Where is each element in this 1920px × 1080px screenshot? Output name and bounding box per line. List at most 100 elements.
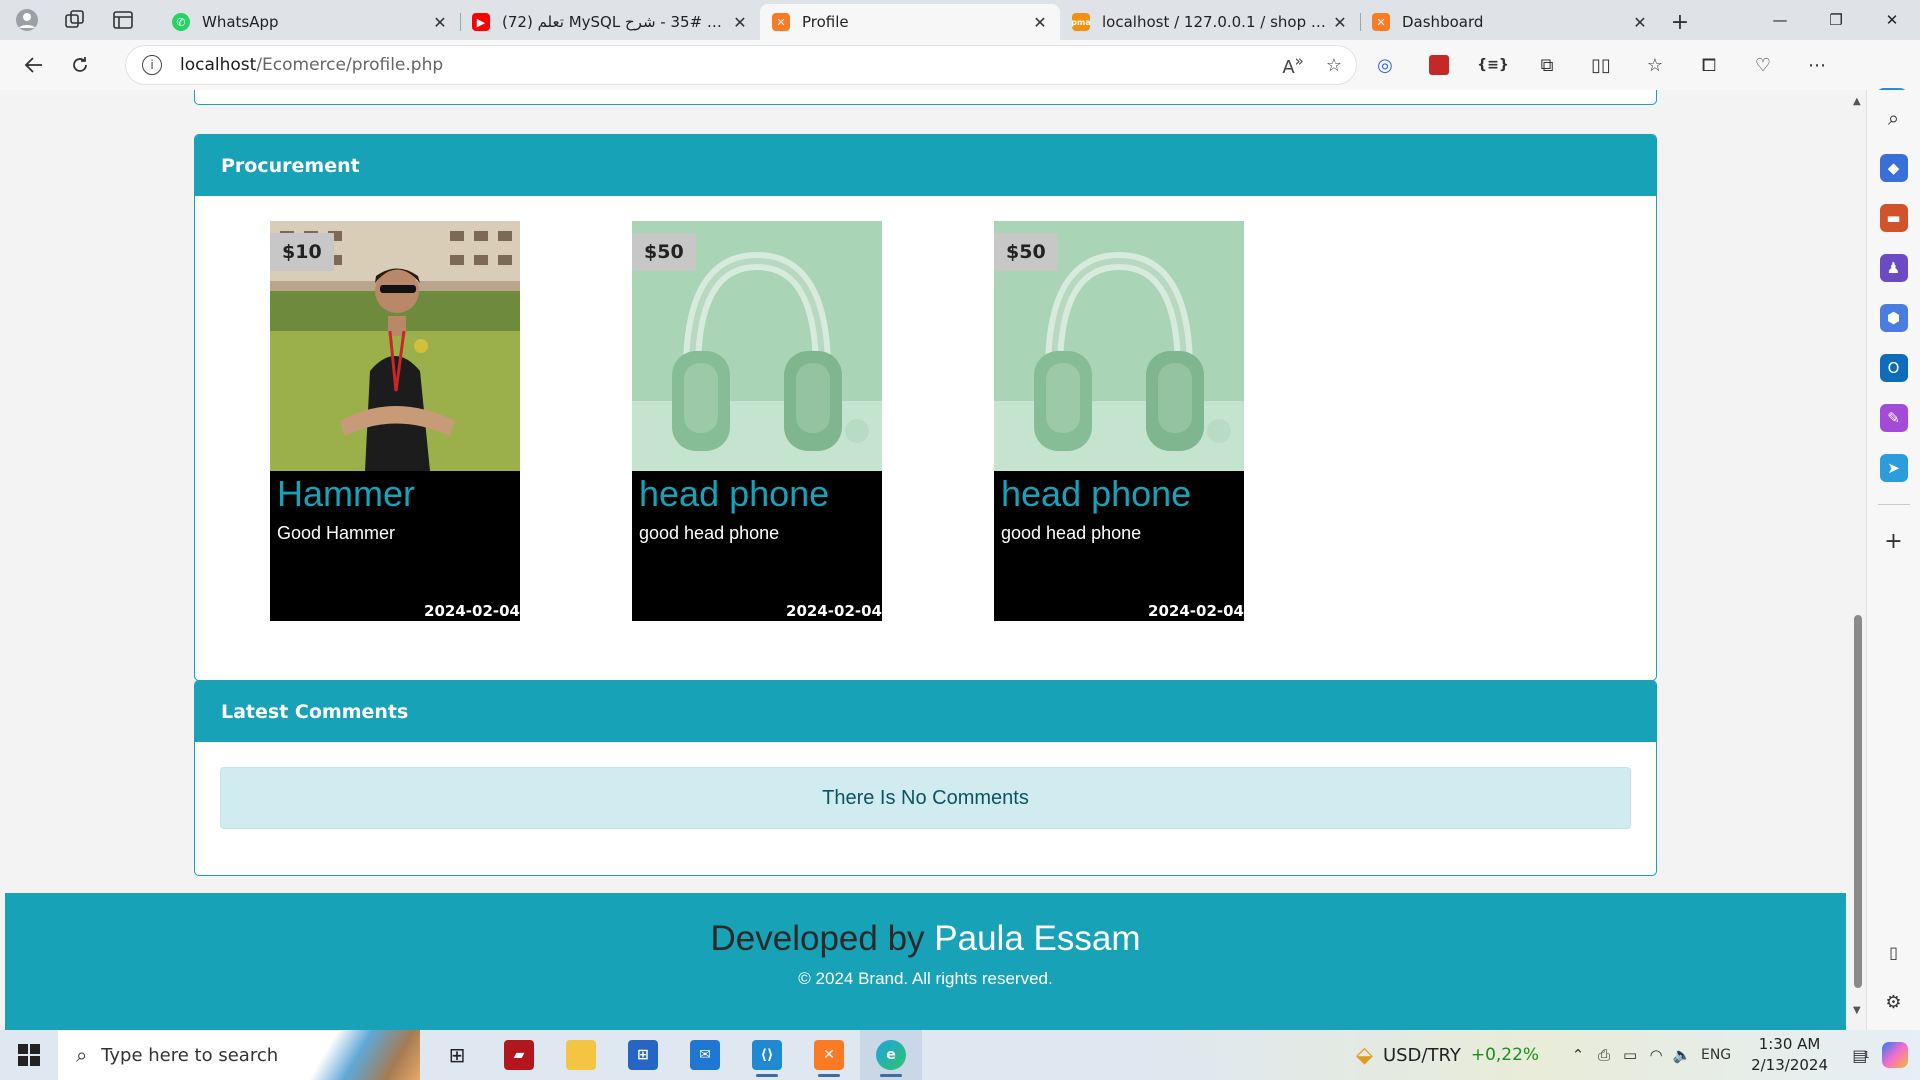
item-date: 2024-02-04	[786, 602, 882, 620]
language-indicator[interactable]: ENG	[1695, 1047, 1737, 1063]
outlook-icon[interactable]: O	[1879, 354, 1908, 382]
close-icon[interactable]: ✕	[1630, 12, 1650, 32]
profile-icon[interactable]	[14, 7, 40, 33]
refresh-icon[interactable]	[58, 47, 102, 83]
item-description: good head phone	[1001, 523, 1142, 543]
clock[interactable]: 1:30 AM 2/13/2024	[1751, 1034, 1828, 1076]
system-tray: ⬙ USD/TRY +0,22% ⌃ ⎙ ▭ ◠ 🔈 ENG 1:30 AM 2…	[1356, 1030, 1920, 1080]
volume-icon[interactable]: 🔈	[1669, 1046, 1695, 1064]
read-aloud-icon[interactable]: A»	[1282, 52, 1304, 78]
designer-icon[interactable]: ✎	[1879, 404, 1908, 432]
item-name: Hammer	[277, 473, 416, 514]
browser-tab-strip: ✆ WhatsApp ✕ ▶ (72) تعلم MySQL درس #35 -…	[0, 0, 1920, 40]
restore-icon[interactable]: ❐	[1808, 0, 1864, 40]
windows-start-icon[interactable]	[0, 1030, 58, 1080]
scroll-thumb[interactable]	[1854, 615, 1862, 988]
footer-copyright: © 2024 Brand. All rights reserved.	[798, 969, 1053, 988]
taskbar-search-input[interactable]: ⌕ Type here to search	[58, 1030, 420, 1080]
page-scrollbar[interactable]: ▲ ▼	[1850, 90, 1866, 1030]
footer-developed-by: Developed by	[710, 919, 925, 958]
copilot-taskbar-icon[interactable]	[1878, 1040, 1912, 1070]
xampp-icon: ✕	[772, 13, 790, 31]
tab-whatsapp[interactable]: ✆ WhatsApp ✕	[160, 4, 460, 40]
close-window-icon[interactable]: ✕	[1864, 0, 1920, 40]
no-comments-alert: There Is No Comments	[220, 767, 1631, 829]
tab-profile[interactable]: ✕ Profile ✕	[760, 4, 1060, 40]
tab-title: Dashboard	[1402, 13, 1484, 31]
workspaces-icon[interactable]	[62, 7, 88, 33]
hide-sidebar-icon[interactable]: ▯	[1880, 938, 1908, 966]
ticker-widget[interactable]: ⬙ USD/TRY +0,22%	[1356, 1043, 1539, 1068]
clock-date: 2/13/2024	[1751, 1056, 1828, 1074]
vscode-icon[interactable]: ⟨⟩	[736, 1030, 798, 1080]
notifications-icon[interactable]: ▤ 1	[1844, 1040, 1878, 1070]
microsoft-store-icon[interactable]: ⊞	[612, 1030, 674, 1080]
json-formatter-icon[interactable]: {≡}	[1477, 50, 1509, 80]
tools-briefcase-icon[interactable]: ▬	[1879, 204, 1908, 232]
shopping-tag-icon[interactable]: ◆	[1879, 154, 1908, 182]
collections-icon[interactable]: ⧠	[1694, 50, 1724, 80]
youtube-icon: ▶	[472, 13, 490, 31]
taskbar-apps: ⊞ ▰ ⊞ ✉ ⟨⟩ ✕ e	[426, 1030, 922, 1080]
games-icon[interactable]: ♟	[1879, 254, 1908, 282]
back-icon[interactable]	[12, 47, 56, 83]
item-date: 2024-02-04	[1148, 602, 1244, 620]
phpmyadmin-icon: pma	[1071, 13, 1091, 31]
split-screen-icon[interactable]: ▯▯	[1586, 50, 1616, 80]
add-icon[interactable]: +	[1880, 527, 1908, 555]
battery-icon[interactable]: ▭	[1617, 1046, 1643, 1064]
file-explorer-icon[interactable]	[550, 1030, 612, 1080]
close-icon[interactable]: ✕	[430, 12, 450, 32]
ticker-symbol: USD/TRY	[1382, 1044, 1461, 1066]
search-placeholder: Type here to search	[101, 1044, 279, 1066]
browser-essentials-icon[interactable]: ♡	[1748, 50, 1778, 80]
close-icon[interactable]: ✕	[1330, 12, 1350, 32]
microsoft-365-icon[interactable]: ⬢	[1879, 304, 1908, 332]
tab-actions-icon[interactable]	[110, 7, 136, 33]
extension-red-icon[interactable]	[1424, 50, 1454, 80]
tab-dashboard[interactable]: ✕ Dashboard ✕	[1360, 4, 1660, 40]
search-icon: ⌕	[76, 1043, 88, 1067]
close-icon[interactable]: ✕	[730, 12, 750, 32]
address-bar[interactable]: i localhost/Ecomerce/profile.php A» ☆	[126, 46, 1356, 84]
notification-count: 1	[1863, 1049, 1870, 1061]
url-text: localhost/Ecomerce/profile.php	[180, 55, 443, 75]
copilot-vision-icon[interactable]: ◎	[1370, 50, 1400, 80]
item-price: $50	[994, 233, 1058, 271]
meet-now-icon[interactable]: ⎙	[1591, 1046, 1617, 1064]
close-icon[interactable]: ✕	[1030, 12, 1050, 32]
send-icon[interactable]: ➤	[1879, 454, 1908, 482]
favorite-star-icon[interactable]: ☆	[1326, 55, 1342, 76]
minimize-icon[interactable]: —	[1752, 0, 1808, 40]
extensions-puzzle-icon[interactable]: ⧉	[1532, 50, 1562, 80]
tab-title: Profile	[802, 13, 849, 31]
site-info-icon[interactable]: i	[142, 55, 162, 75]
settings-gear-icon[interactable]: ⚙	[1880, 988, 1908, 1016]
new-tab-button[interactable]: +	[1660, 4, 1700, 40]
previous-panel-bottom	[194, 90, 1657, 105]
money-icon: ⬙	[1356, 1042, 1373, 1068]
url-host: localhost	[180, 55, 257, 75]
wifi-icon[interactable]: ◠	[1643, 1046, 1669, 1064]
task-view-icon[interactable]: ⊞	[426, 1030, 488, 1080]
tab-youtube[interactable]: ▶ (72) تعلم MySQL درس #35 - شرح ✕	[460, 4, 760, 40]
search-icon[interactable]: ⌕	[1880, 104, 1908, 132]
chevron-up-icon[interactable]: ⌃	[1565, 1046, 1591, 1064]
item-card[interactable]: $10 Hammer Good Hammer 2024-02-04	[270, 221, 520, 621]
browser-toolbar: i localhost/Ecomerce/profile.php A» ☆ ◎ …	[0, 40, 1920, 120]
edge-browser-icon[interactable]: e	[860, 1030, 922, 1080]
sidebar-divider	[1877, 504, 1910, 505]
item-card[interactable]: $50 head phone good head phone 2024-02-0…	[994, 221, 1244, 621]
tab-title: WhatsApp	[202, 13, 279, 31]
search-highlight-image	[310, 1030, 420, 1080]
scroll-up-icon[interactable]: ▲	[1853, 96, 1863, 107]
xampp-icon[interactable]: ✕	[798, 1030, 860, 1080]
more-menu-icon[interactable]: ⋯	[1802, 50, 1832, 80]
tab-phpmyadmin[interactable]: pma localhost / 127.0.0.1 / shop / use ✕	[1060, 4, 1360, 40]
item-card[interactable]: $50 head phone good head phone 2024-02-0…	[632, 221, 882, 621]
favorites-icon[interactable]: ☆	[1640, 50, 1670, 80]
mail-icon[interactable]: ✉	[674, 1030, 736, 1080]
scroll-down-icon[interactable]: ▼	[1853, 1005, 1863, 1016]
item-image-headphone: $50	[994, 221, 1244, 471]
app-red-icon[interactable]: ▰	[488, 1030, 550, 1080]
